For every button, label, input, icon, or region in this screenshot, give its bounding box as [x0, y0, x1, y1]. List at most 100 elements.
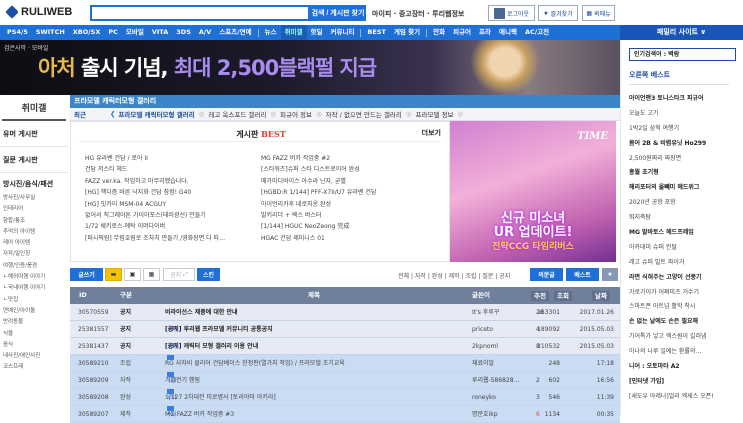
search-input[interactable] [90, 5, 310, 21]
sidebar-item[interactable]: 식물 [0, 327, 68, 338]
popular-search[interactable]: 인기검색어 : 벽람 [629, 48, 736, 61]
nav-item[interactable]: 피규어 [449, 25, 475, 40]
post-author[interactable]: 루리웹-586828… [472, 372, 520, 389]
nav-item[interactable]: A/V [195, 25, 215, 40]
best-post[interactable]: 없어서 직그레이튼 가이아포스(태러광선) 만들기 [85, 210, 225, 221]
post-title-text[interactable]: [공지] 캐릭터 모형 갤러리 이용 안내 [165, 338, 258, 355]
sidebar-item[interactable]: 코스프레 [0, 360, 68, 371]
gallery-tab[interactable]: 피규어 정보 [280, 109, 316, 119]
sidebar-item[interactable]: 여행/인증/풍경 [0, 259, 68, 270]
right-best-item[interactable]: [새도우 아레나]얼리 엑세스 오픈! [629, 391, 714, 406]
gallery-tab[interactable]: 자작 / 없으면 만드는 갤러리 [326, 109, 406, 119]
sidebar-category[interactable]: 방시진/음식/패션 [0, 173, 68, 191]
post-author[interactable]: 2kpnoml [472, 338, 498, 355]
right-best-item[interactable]: 아카데미 슈퍼 칸탈 [629, 242, 714, 257]
post-title[interactable]: 기갑전기 헨됨 (2) [165, 372, 200, 389]
sidebar-item[interactable]: 방사진/사무실 [0, 191, 68, 202]
best-post[interactable]: MG FAZZ 버카 작업중 #2 [261, 153, 376, 164]
best-post[interactable]: 아이언리카후 네로지옹 완성 [261, 199, 376, 210]
nav-item[interactable]: 3DS [172, 25, 195, 40]
gallery-tab[interactable]: 레고 옥스포드 갤러리 [208, 109, 270, 119]
sidebar-item[interactable]: ㄴ맛집 [0, 293, 68, 304]
sidebar-item[interactable]: ㄴ해외여행 이야기 [0, 270, 68, 281]
nav-item[interactable]: PC [104, 25, 122, 40]
right-best-item[interactable]: 아나의 나루 일에는 환률의… [629, 346, 714, 361]
right-best-item[interactable]: 레고 슈퍼 빌트 파이거 [629, 257, 714, 272]
right-best-item[interactable]: 라면 식혀주는 고양이 선풍기 [629, 272, 714, 287]
right-best-item[interactable]: 스마트폰 아트넘 활학 착시 [629, 301, 714, 316]
right-best-item[interactable]: 1박2일 삼척 여행기 [629, 123, 714, 138]
best-post[interactable]: [1/144] HGUC NeoZeong 完成 [261, 221, 376, 232]
best-button[interactable]: 베스트 [566, 268, 599, 281]
right-best-item[interactable]: 가로가이가 어쩌피츠 거수기 [629, 287, 714, 302]
post-title-text[interactable]: 1/127 2차대전 미로병사 [토리야마 아키라] [165, 389, 276, 406]
nav-item[interactable]: 모바일 [122, 25, 148, 40]
right-best-item[interactable]: MG 발바토스 헤드프레임 [629, 227, 714, 242]
post-author[interactable]: 재료이알 [472, 355, 494, 372]
nav-item[interactable]: VITA [148, 25, 172, 40]
sidebar-question-board[interactable]: 질문 게시판 [0, 147, 68, 173]
more-link[interactable]: 더보기 [422, 128, 441, 138]
table-row[interactable]: 30589209 자작 기갑전기 헨됨 (2) 루리웹-586828… 2 602 16:56 [70, 372, 620, 389]
quick-menu-button[interactable]: ▦ 퀵메뉴 [582, 5, 615, 21]
best-post[interactable]: 건담 저스티 헤드 [85, 164, 225, 175]
grid-view-icon[interactable]: ▦ [143, 268, 160, 281]
nav-item[interactable]: 스포츠/연예 [215, 25, 255, 40]
post-title-text[interactable]: [공지] 루리웹 프라모델 커뮤니티 공통공지 [165, 321, 273, 338]
favorites-button[interactable]: ★ 즐겨찾기 [538, 5, 578, 21]
nav-item[interactable]: 게임 찾기 [390, 25, 424, 40]
nav-item[interactable]: 만화 [429, 25, 449, 40]
post-title[interactable]: [공지] 루리웹 프라모델 커뮤니티 공통공지 (7) [165, 321, 273, 338]
right-best-item[interactable]: 몸어 2B & 비렴유닛 Ho299 [629, 138, 714, 153]
skin-button[interactable]: 스킨 [197, 268, 220, 281]
right-best-item[interactable]: 2,500원짜리 짜장면 [629, 153, 714, 168]
right-best-item[interactable]: 니어 : 오토마타 A2 [629, 361, 714, 376]
write-button[interactable]: 글쓰기 [70, 268, 103, 281]
back-icon[interactable]: ❮ [110, 110, 118, 118]
table-row[interactable]: 25381437 공지 [공지] 캐릭터 모형 갤러리 이용 안내 (3) 2kpnom… [70, 338, 620, 355]
search-button[interactable]: 검색 / 게시판 찾기 [310, 5, 366, 21]
right-best-item[interactable]: 2020년 공항 포항 [629, 197, 714, 212]
best-post[interactable]: [HG] 잇카이 MSM-04 ACGUY [85, 199, 225, 210]
best-post[interactable]: 메가미디바이스 아수라 닌자, 굳별 [261, 176, 376, 187]
post-author[interactable]: roneyko [472, 389, 496, 406]
right-best-item[interactable]: [인터넷 가입] [629, 376, 714, 391]
best-post[interactable]: HGAC 건담 제미니스 01 [261, 233, 376, 244]
sidebar-item[interactable]: ㄴ국내여행 이야기 [0, 281, 68, 292]
sidebar-item[interactable]: 자작/일인칭 [0, 247, 68, 258]
right-best-item[interactable]: 퇴지축탐 [629, 212, 714, 227]
post-title[interactable]: 1/127 2차대전 미로병사 [토리야마 아키라] (3) [165, 389, 276, 406]
best-post[interactable]: 발키리더 + 렉스 버스터 [261, 210, 376, 221]
right-best-item[interactable]: 홍월 초기형 [629, 167, 714, 182]
table-row[interactable]: 30589210 조립 RG 사자비 클리어 건담베이스 한정판(열가지 작업) /… [70, 355, 620, 372]
nav-item[interactable]: 애니팩 [495, 25, 521, 40]
right-best-item[interactable]: 아이언맨3 토니스타크 피규어 [629, 93, 714, 108]
notice-toggle[interactable]: 공지 ⤢ [163, 268, 195, 281]
post-title[interactable]: [공지] 캐릭터 모형 갤러리 이용 안내 (3) [165, 338, 258, 355]
best-post[interactable]: 1/72 쉐키로스-에탁 이머다이버 [85, 221, 225, 232]
sidebar-item[interactable]: 반려동물 [0, 315, 68, 326]
top-links[interactable]: 마이피 · 중고장터 · 루리웹정보 [372, 9, 464, 19]
sidebar-item[interactable]: 연예인/아이돌 [0, 304, 68, 315]
table-row[interactable]: 30570559 공지 비라이선스 제품에 대한 안내 It's 후루꾸 20 16330… [70, 304, 620, 321]
table-row[interactable]: 25381557 공지 [공지] 루리웹 프라모델 커뮤니티 공통공지 (7) pric… [70, 321, 620, 338]
nav-item[interactable]: 커뮤니티 [327, 25, 359, 40]
nav-item[interactable]: 핫딜 [307, 25, 327, 40]
ad-banner[interactable]: 검은사막 · 모바일 아처 출시 기념, 최대 2,500블랙펄 지급 [0, 40, 620, 95]
list-view-icon[interactable]: ▬ [105, 268, 122, 281]
nav-item[interactable]: 취미갤 [280, 25, 307, 40]
family-site-dropdown[interactable]: 패밀리 사이트 ∨ [620, 25, 743, 40]
nav-item[interactable]: AC/고전 [521, 25, 553, 40]
nav-item[interactable]: BEST [363, 25, 390, 40]
table-row[interactable]: 30589208 완성 1/127 2차대전 미로병사 [토리야마 아키라] (3) r… [70, 389, 620, 406]
sidebar-item[interactable]: 음식 [0, 338, 68, 349]
sidebar-item[interactable]: 레어 아이템 [0, 236, 68, 247]
best-post[interactable]: [HGBD:R 1/144] PFF-X7II/U7 유라벤 건담 [261, 187, 376, 198]
right-best-item[interactable]: 기어톡가 낳고 엑스원이 길러냄 [629, 331, 714, 346]
best-post[interactable]: HG 유라벤 건담 / 로어 II [85, 153, 225, 164]
best-post[interactable]: [HG] 핵디즘 바른 낙지화 건담 참점! G40 [85, 187, 225, 198]
best-post[interactable]: [퍼시픽림] 무림호림로 조자치 만들기 /영화장면 다 따… [85, 233, 225, 244]
site-logo[interactable]: RULIWEB [5, 5, 72, 19]
nav-item[interactable]: SWITCH [32, 25, 69, 40]
best-post[interactable]: [스타워즈]슈퍼 스타 디스트로이어 완성 [261, 164, 376, 175]
